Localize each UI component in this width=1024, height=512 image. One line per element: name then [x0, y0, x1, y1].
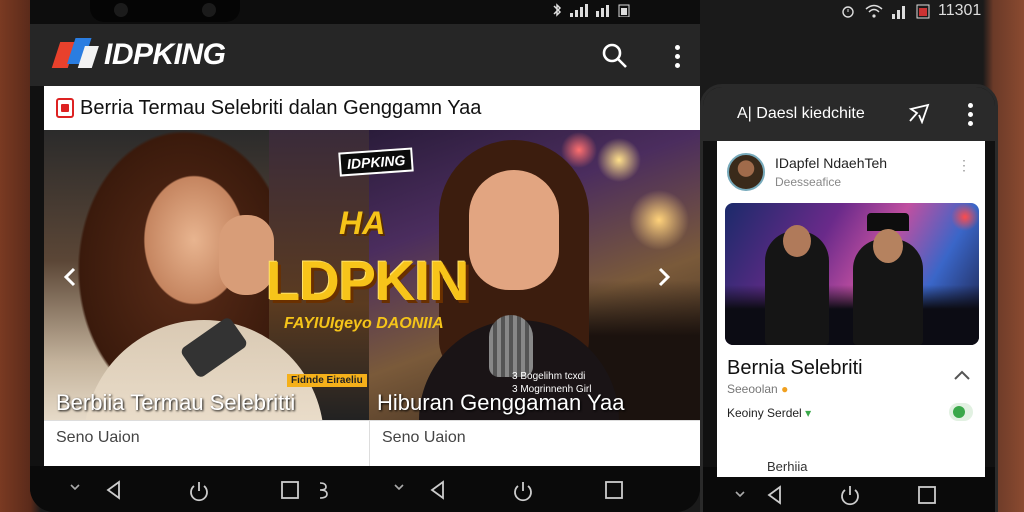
slide-caption: Berbiia Termau Selebritti — [56, 390, 296, 415]
page-title: Berria Termau Selebriti dalan Genggamn Y… — [80, 96, 482, 119]
sensor-dot-icon — [202, 3, 216, 17]
share-icon[interactable] — [907, 102, 931, 124]
brand-logo[interactable]: IDPKING — [51, 38, 226, 72]
search-icon[interactable] — [601, 42, 629, 70]
phone-right: A| Daesl kiedchite IDapfel NdaehTeh Dees… — [700, 84, 998, 512]
right-content: IDapfel NdaehTeh Deesseafice ⋮ Bernia Se… — [717, 141, 985, 471]
post-subtitle: Seeoolan ● — [727, 382, 789, 396]
overlay-tagline: FAYIUIgeyo DAONIIA — [284, 315, 444, 332]
below-label: Seno Uaion — [56, 429, 140, 446]
main-content: Berria Termau Selebriti dalan Genggamn Y… — [44, 86, 700, 466]
chevron-left-icon[interactable] — [58, 265, 82, 289]
signal-icon — [570, 4, 588, 17]
camera-dot-icon — [114, 3, 128, 17]
wifi-icon — [865, 4, 883, 18]
below-label: Seno Uaion — [369, 421, 700, 466]
system-nav-bar — [30, 466, 700, 512]
image-carousel[interactable]: Berbiia Termau Selebritti Hiburan Gengga… — [44, 130, 700, 420]
chevron-up-icon[interactable] — [953, 369, 971, 381]
signal-2-icon — [596, 5, 609, 17]
power-icon[interactable] — [839, 484, 861, 506]
status-icons-right: 11301 — [840, 2, 981, 20]
chevron-right-icon[interactable] — [652, 265, 676, 289]
chevron-down-small-icon[interactable] — [392, 480, 406, 494]
alarm-icon — [842, 6, 854, 18]
next-item-strip — [717, 467, 985, 477]
status-toggle[interactable] — [949, 403, 973, 421]
profile-row[interactable]: IDapfel NdaehTeh Deesseafice ⋮ — [717, 141, 985, 191]
chevron-down-small-icon[interactable] — [733, 487, 747, 501]
next-item-label: Berhiia — [767, 459, 808, 474]
back-icon[interactable] — [765, 485, 785, 505]
carousel-below-row: Seno Uaion Seno Uaion — [44, 420, 700, 466]
power-icon[interactable] — [512, 480, 534, 502]
avatar[interactable] — [727, 153, 765, 191]
profile-name: IDapfel NdaehTeh — [775, 155, 888, 171]
overlay-badge: Fidnde Eiraeliu — [287, 374, 367, 387]
brand-logo-icon — [50, 38, 103, 72]
right-app-header: A| Daesl kiedchite — [703, 87, 995, 141]
overlay-caption: 3 Bogelihm tcxdi 3 Mogrinnenh Girl — [512, 371, 592, 395]
person-face — [469, 170, 559, 290]
crowd-background — [725, 285, 979, 345]
phone-left: IDPKING Berria Termau Selebriti dalan Ge… — [30, 0, 700, 512]
camera-notch — [90, 0, 240, 22]
right-header-title: A| Daesl kiedchite — [737, 105, 865, 122]
profile-more-icon[interactable]: ⋮ — [957, 157, 971, 174]
bluetooth-icon — [553, 3, 562, 17]
person-figure — [853, 213, 923, 345]
page-header: Berria Termau Selebriti dalan Genggamn Y… — [44, 86, 700, 130]
more-options-icon[interactable] — [968, 103, 973, 126]
status-bar — [30, 0, 700, 24]
recents-icon[interactable] — [280, 480, 300, 500]
battery-small-icon — [618, 4, 630, 17]
status-icons-left — [550, 3, 630, 17]
person-figure — [765, 225, 829, 345]
recents-icon[interactable] — [604, 480, 624, 500]
app-bar: IDPKING — [30, 24, 700, 86]
back-icon[interactable] — [428, 480, 448, 500]
recents-icon[interactable] — [917, 485, 937, 505]
page-badge-icon — [56, 98, 74, 118]
right-system-nav-bar: Berhiia — [703, 459, 995, 512]
small-b-icon — [319, 482, 328, 499]
battery-icon — [916, 4, 930, 19]
back-icon[interactable] — [104, 480, 124, 500]
overlay-brand: LDPKIN — [266, 249, 469, 312]
power-icon[interactable] — [188, 480, 210, 502]
post-meta: Keoiny Serdel ▾ — [727, 406, 812, 420]
post-title: Bernia Selebriti — [727, 357, 863, 379]
post-image[interactable] — [725, 203, 979, 345]
chevron-down-small-icon[interactable] — [68, 480, 82, 494]
microphone-image — [489, 315, 533, 377]
status-time: 11301 — [938, 2, 982, 19]
overlay-logo-text: IDPKING — [346, 151, 406, 173]
overlay-ha: HA — [339, 205, 386, 241]
more-options-icon[interactable] — [675, 44, 680, 68]
signal-icon — [892, 6, 905, 19]
brand-name: IDPKING — [104, 38, 226, 71]
profile-subtitle: Deesseafice — [775, 175, 842, 189]
